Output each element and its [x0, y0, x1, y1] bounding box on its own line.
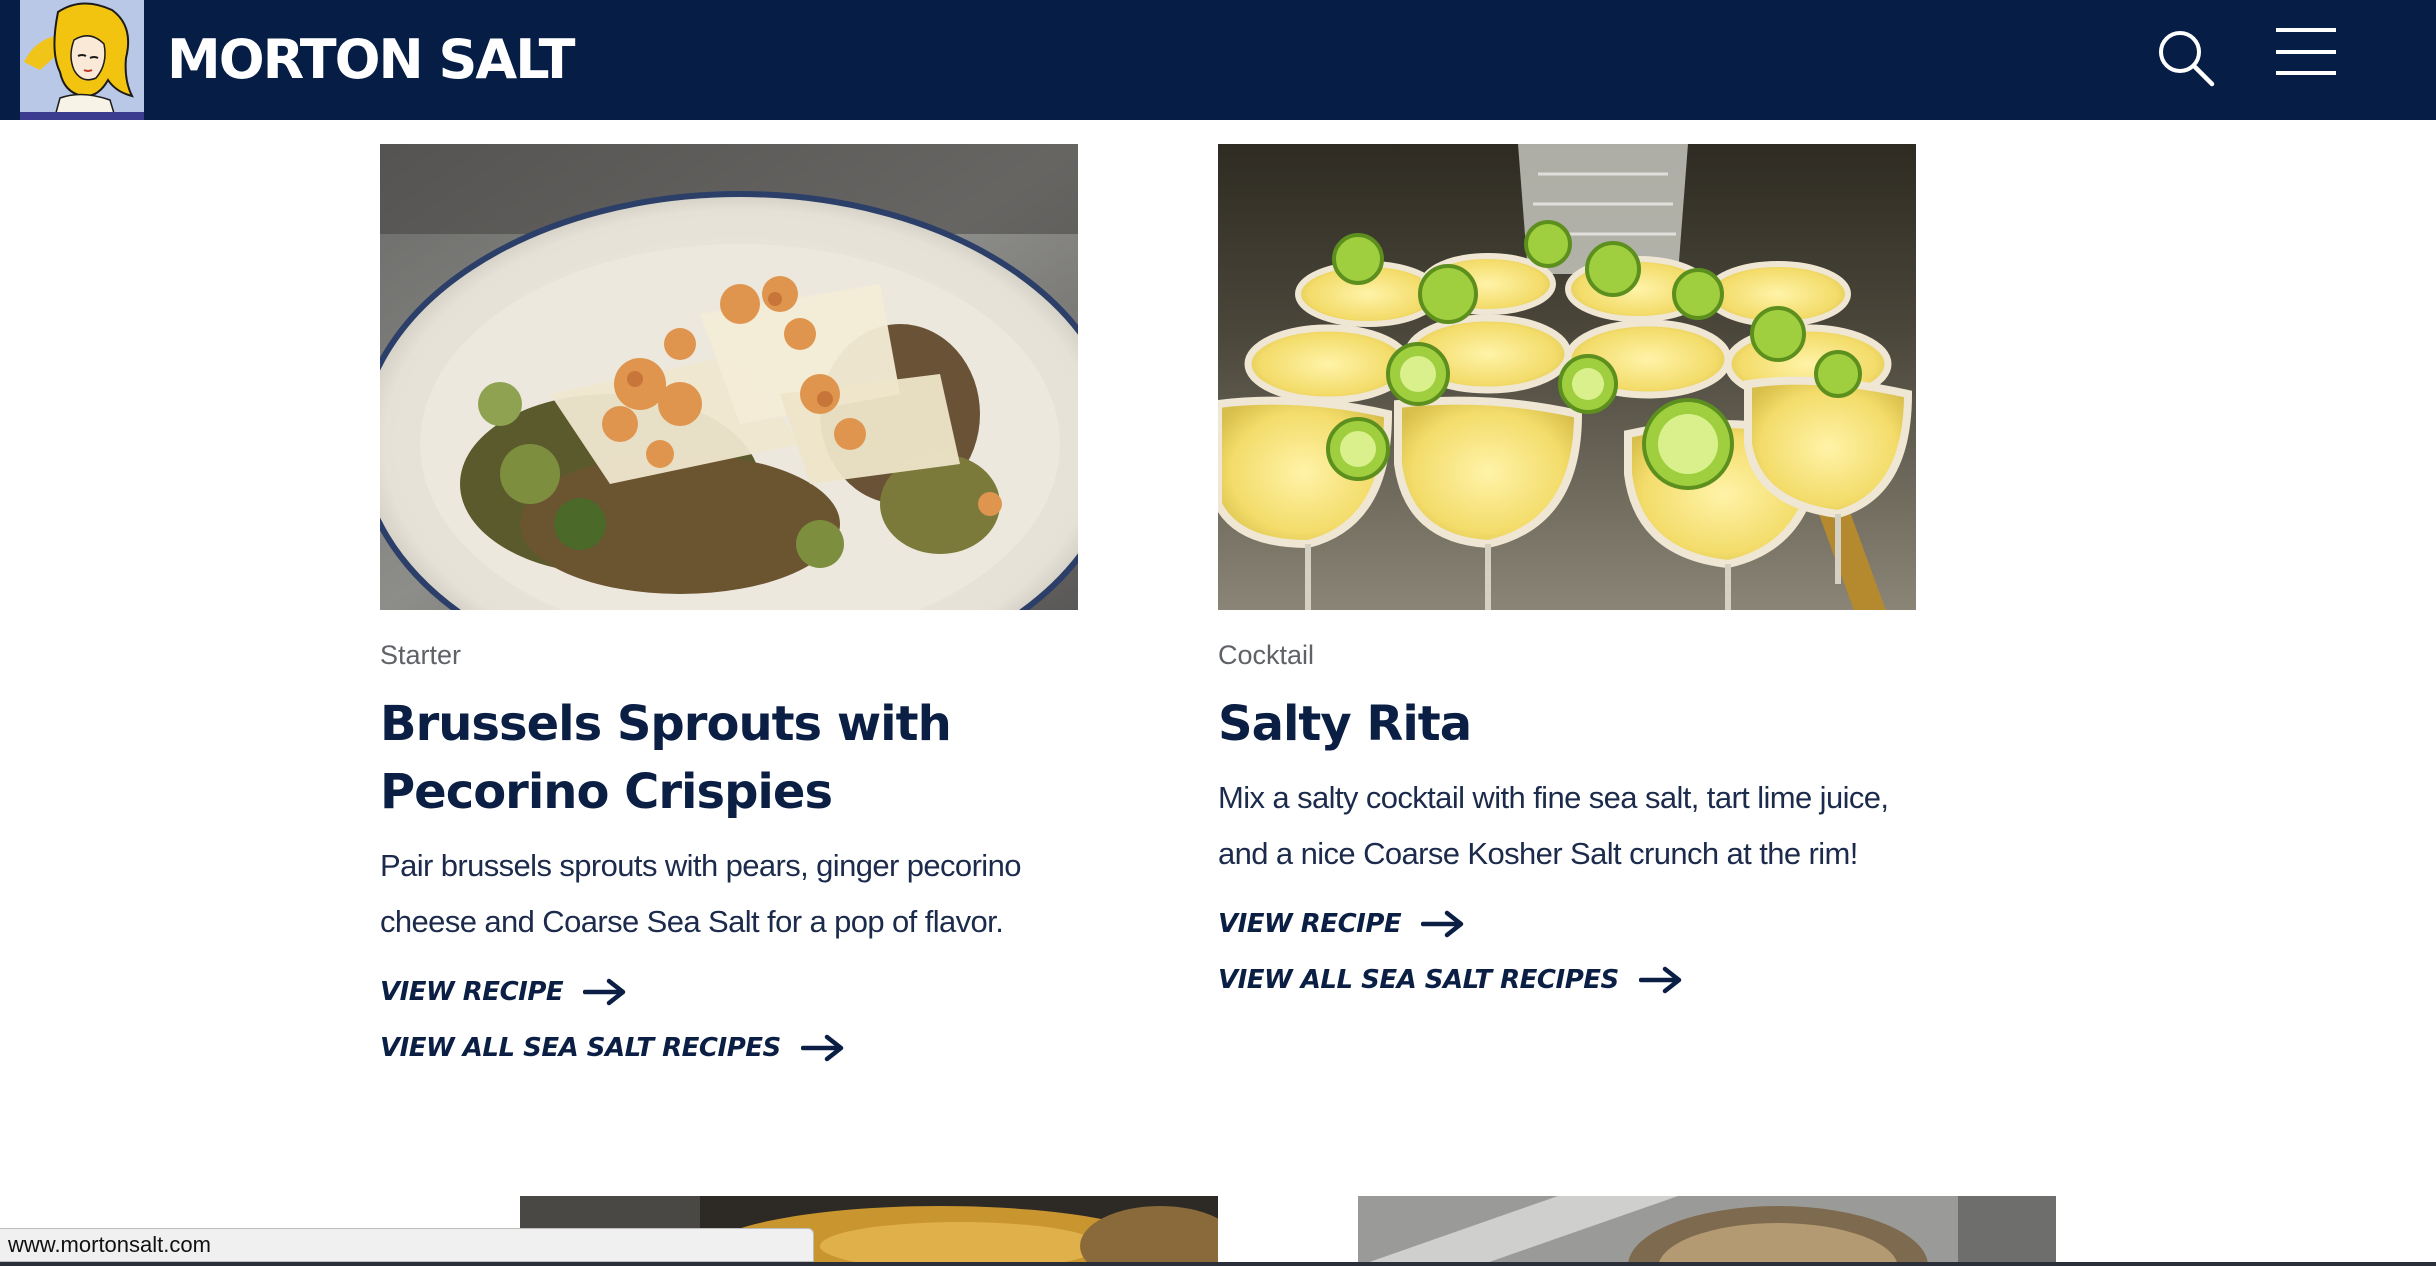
recipe-category: Starter: [380, 640, 462, 670]
recipe-description: Pair brussels sprouts with pears, ginger…: [380, 848, 1021, 939]
recipe-links: VIEW RECIPE VIEW ALL SEA SALT RECIPES: [1218, 896, 1918, 1008]
site-header: MORTON SALT: [0, 0, 2436, 120]
view-recipe-label: VIEW RECIPE: [1218, 909, 1402, 939]
recipe-card-salty-rita: Cocktail Salty Rita Mix a salty cocktail…: [1218, 144, 1918, 1008]
recipe-title[interactable]: Salty Rita: [1218, 690, 1918, 758]
page-bottom-edge: [0, 1262, 2436, 1266]
recipe-image-next-2[interactable]: [1358, 1196, 2056, 1266]
arrow-right-icon: [800, 1034, 843, 1062]
recipe-title[interactable]: Brussels Sprouts with Pecorino Crispies: [380, 690, 1080, 826]
recipe-links: VIEW RECIPE VIEW ALL SEA SALT RECIPES: [380, 964, 1080, 1076]
view-recipe-label: VIEW RECIPE: [380, 977, 564, 1007]
view-all-label: VIEW ALL SEA SALT RECIPES: [1218, 965, 1619, 995]
view-recipe-link[interactable]: VIEW RECIPE: [1218, 896, 1918, 952]
recipe-image-brussels-sprouts[interactable]: [380, 144, 1078, 610]
recipe-card-brussels-sprouts: Starter Brussels Sprouts with Pecorino C…: [380, 144, 1080, 1076]
arrow-right-icon: [583, 978, 626, 1006]
search-icon[interactable]: [2152, 24, 2218, 90]
arrow-right-icon: [1638, 966, 1681, 994]
recipe-description: Mix a salty cocktail with fine sea salt,…: [1218, 780, 1889, 871]
arrow-right-icon: [1421, 910, 1464, 938]
brand-name[interactable]: MORTON SALT: [167, 28, 576, 92]
view-all-sea-salt-recipes-link[interactable]: VIEW ALL SEA SALT RECIPES: [1218, 952, 1918, 1008]
browser-status-url: www.mortonsalt.com: [0, 1228, 814, 1262]
hamburger-menu-icon[interactable]: [2276, 26, 2340, 78]
recipe-image-salty-rita[interactable]: [1218, 144, 1916, 610]
view-all-label: VIEW ALL SEA SALT RECIPES: [380, 1033, 781, 1063]
morton-salt-girl-icon[interactable]: [20, 0, 144, 120]
view-all-sea-salt-recipes-link[interactable]: VIEW ALL SEA SALT RECIPES: [380, 1020, 1080, 1076]
recipe-category: Cocktail: [1218, 640, 1315, 670]
view-recipe-link[interactable]: VIEW RECIPE: [380, 964, 1080, 1020]
